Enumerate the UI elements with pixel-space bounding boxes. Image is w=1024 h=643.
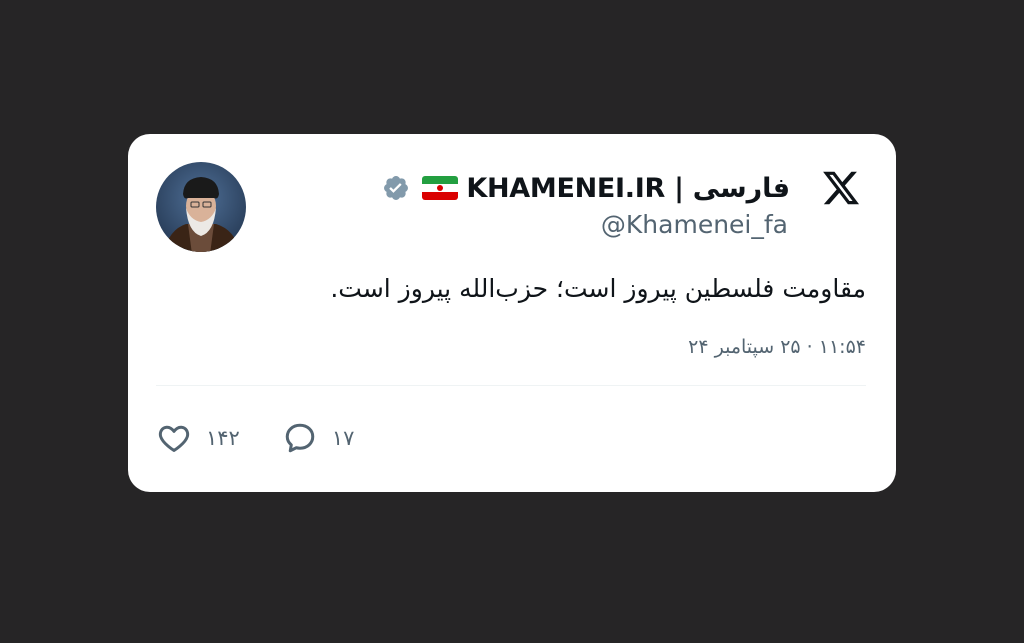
- verified-badge-icon: [382, 174, 410, 202]
- display-name[interactable]: KHAMENEI.IR | فارسی: [466, 173, 790, 204]
- name-row: KHAMENEI.IR | فارسی: [382, 168, 790, 208]
- comment-bubble-icon: [285, 423, 315, 453]
- user-handle[interactable]: @Khamenei_fa: [601, 210, 788, 239]
- tweet-timestamp[interactable]: ۱۱:۵۴ · ۲۵ سپتامبر ۲۴: [688, 336, 866, 358]
- action-bar: ۱۴۲ ۱۷: [156, 420, 396, 456]
- reply-count: ۱۷: [331, 426, 355, 450]
- x-logo-icon[interactable]: [820, 168, 862, 208]
- divider: [156, 385, 866, 386]
- tweet-card: KHAMENEI.IR | فارسی @Khamenei_fa مقاومت …: [128, 134, 896, 492]
- avatar-portrait: [156, 162, 246, 252]
- reply-button[interactable]: ۱۷: [282, 420, 355, 456]
- like-button[interactable]: ۱۴۲: [156, 420, 240, 456]
- avatar[interactable]: [156, 162, 246, 252]
- heart-icon: [158, 425, 190, 452]
- iran-flag-icon: [422, 176, 459, 200]
- like-count: ۱۴۲: [206, 426, 240, 450]
- tweet-text: مقاومت فلسطین پیروز است؛ حزب‌الله پیروز …: [330, 274, 866, 303]
